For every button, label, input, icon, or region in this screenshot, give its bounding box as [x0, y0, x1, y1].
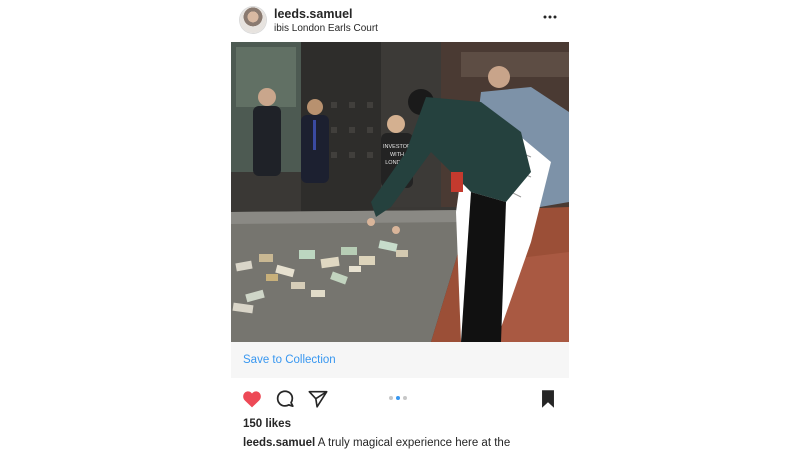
comment-bubble-icon[interactable] — [274, 388, 296, 410]
location-link[interactable]: ibis London Earls Court — [274, 23, 378, 35]
shirt-text-line-1: INVESTOR — [383, 144, 411, 150]
carousel-dot — [389, 396, 393, 400]
send-paper-plane-icon[interactable] — [307, 388, 329, 410]
caption-username[interactable]: leeds.samuel — [243, 437, 315, 449]
save-to-collection-link[interactable]: Save to Collection — [243, 354, 336, 366]
shirt-text-line-2: WITH — [390, 152, 404, 158]
save-to-collection-bar: Save to Collection — [231, 342, 569, 378]
carousel-dot — [403, 396, 407, 400]
user-avatar[interactable] — [240, 7, 266, 33]
bookmark-icon[interactable] — [537, 388, 559, 410]
carousel-dot — [396, 396, 400, 400]
post-actions — [231, 384, 569, 414]
post-caption: leeds.samuel A truly magical experience … — [243, 437, 510, 449]
username-link[interactable]: leeds.samuel — [274, 8, 378, 21]
user-block: leeds.samuel ibis London Earls Court — [274, 8, 378, 35]
post-header: leeds.samuel ibis London Earls Court — [231, 0, 569, 42]
post-photo[interactable]: INVESTOR WITH LONDON — [231, 42, 569, 342]
caption-text: A truly magical experience here at the — [317, 437, 511, 449]
likes-count[interactable]: 150 likes — [243, 418, 291, 430]
instagram-post: leeds.samuel ibis London Earls Court INV… — [231, 0, 569, 450]
heart-icon[interactable] — [241, 388, 263, 410]
more-options-icon[interactable] — [543, 10, 557, 24]
carousel-indicator — [389, 396, 410, 402]
